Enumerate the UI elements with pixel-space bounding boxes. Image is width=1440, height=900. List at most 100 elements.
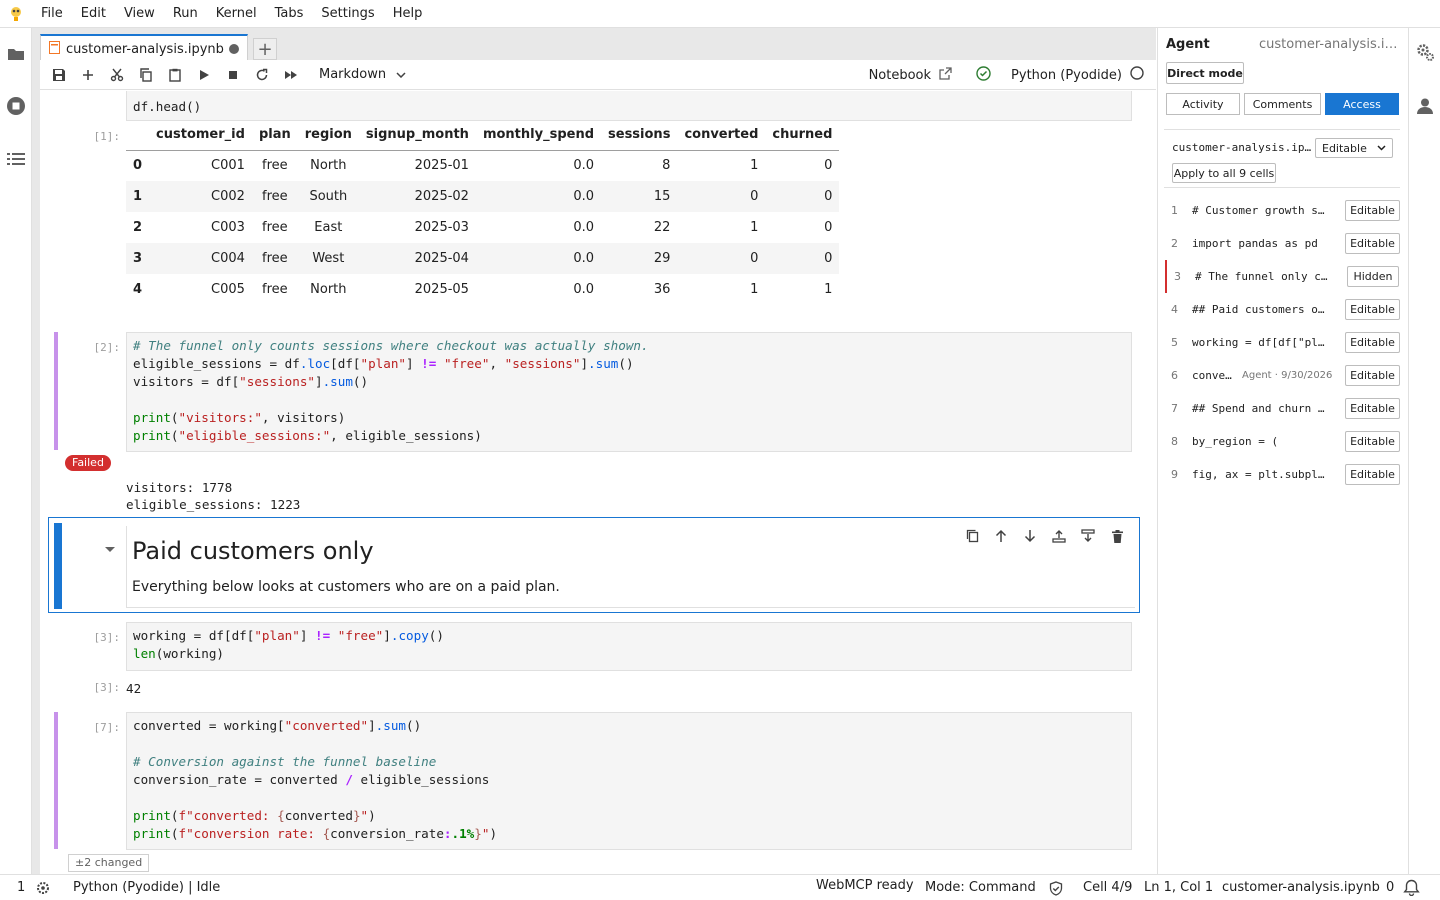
- diff-badge[interactable]: ±2 changed: [68, 854, 150, 872]
- cell-index: 1: [1171, 204, 1178, 217]
- access-mode-button[interactable]: Editable: [1345, 233, 1400, 254]
- save-icon[interactable]: [44, 63, 73, 87]
- menu-file[interactable]: File: [32, 0, 72, 28]
- duplicate-cell-icon[interactable]: [962, 526, 982, 546]
- access-mode-button[interactable]: Editable: [1345, 464, 1400, 485]
- folder-icon[interactable]: [4, 42, 28, 66]
- code-cell[interactable]: [2]: # The funnel only counts sessions w…: [48, 332, 1140, 517]
- menu-settings[interactable]: Settings: [312, 0, 383, 28]
- cell-position: Cell 4/9: [1083, 880, 1133, 895]
- cut-icon[interactable]: [102, 63, 131, 87]
- menu-edit[interactable]: Edit: [72, 0, 115, 28]
- table-row-index: 1: [126, 181, 150, 212]
- divider: [1164, 129, 1400, 130]
- insert-cell-icon[interactable]: [73, 63, 102, 87]
- kernel-name[interactable]: Python (Pyodide): [1011, 68, 1122, 83]
- stop-icon[interactable]: [218, 63, 247, 87]
- notebook-link[interactable]: Notebook: [869, 68, 931, 83]
- agent-user-icon[interactable]: [1416, 97, 1434, 119]
- access-select[interactable]: Editable: [1315, 138, 1393, 158]
- table-of-contents-icon[interactable]: [4, 147, 28, 171]
- table-cell: 0: [824, 220, 833, 235]
- cell-editor[interactable]: df.head(): [126, 91, 1132, 121]
- collapse-heading-chevron-icon[interactable]: [104, 543, 116, 558]
- menu-kernel[interactable]: Kernel: [207, 0, 266, 28]
- access-mode-button[interactable]: Editable: [1345, 299, 1400, 320]
- unsaved-dot-icon[interactable]: [229, 44, 239, 54]
- access-row[interactable]: 9 fig, ax = plt.subplo... Editable: [1164, 458, 1400, 491]
- access-file-name: customer-analysis.ipynb: [1172, 141, 1312, 154]
- delete-cell-icon[interactable]: [1107, 526, 1127, 546]
- paste-icon[interactable]: [160, 63, 189, 87]
- cell-editor[interactable]: converted = working["converted"].sum() #…: [126, 712, 1132, 850]
- menu-run[interactable]: Run: [164, 0, 207, 28]
- menu-help[interactable]: Help: [384, 0, 432, 28]
- tab-activity[interactable]: Activity: [1166, 93, 1240, 115]
- external-link-icon[interactable]: [939, 66, 952, 84]
- access-row-hidden[interactable]: 3 # The funnel only co... Hidden: [1165, 260, 1401, 293]
- table-header: sessions: [601, 119, 678, 151]
- access-row[interactable]: 6 conve... Agent · 9/30/2026 Editable: [1164, 359, 1400, 392]
- kernel-settings-gear-icon[interactable]: [36, 881, 50, 899]
- insert-above-icon[interactable]: [1049, 526, 1069, 546]
- trust-shield-icon[interactable]: [1049, 881, 1063, 900]
- menu-view[interactable]: View: [115, 0, 164, 28]
- cell-source-preview: by_region = (: [1192, 435, 1279, 448]
- access-mode-button[interactable]: Editable: [1345, 200, 1400, 221]
- move-down-icon[interactable]: [1020, 526, 1040, 546]
- copy-icon[interactable]: [131, 63, 160, 87]
- table-cell: 0: [765, 243, 840, 274]
- active-collapser[interactable]: [54, 523, 62, 609]
- code-cell[interactable]: df.head(): [48, 91, 1140, 121]
- table-cell: 0: [677, 243, 766, 274]
- input-prompt: [3]:: [93, 631, 121, 644]
- tab-access[interactable]: Access: [1325, 93, 1399, 115]
- cursor-position[interactable]: Ln 1, Col 1: [1144, 880, 1213, 895]
- cell-type-dropdown[interactable]: Markdown: [319, 67, 406, 82]
- access-mode-button[interactable]: Editable: [1345, 365, 1400, 386]
- table-cell: 0.0: [475, 243, 602, 274]
- menu-tabs[interactable]: Tabs: [266, 0, 313, 28]
- code-cell[interactable]: [7]: converted = working["converted"].su…: [48, 712, 1140, 874]
- cell-editor[interactable]: working = df[df["plan"] != "free"].copy(…: [126, 622, 1132, 671]
- direct-mode-button[interactable]: Direct mode: [1166, 62, 1244, 84]
- markdown-cell-active[interactable]: Paid customers only Everything below loo…: [48, 517, 1140, 613]
- tab-comments[interactable]: Comments: [1244, 93, 1321, 115]
- access-row[interactable]: 2 import pandas as pd Editable: [1164, 227, 1400, 260]
- restart-icon[interactable]: [247, 63, 276, 87]
- access-mode-button[interactable]: Editable: [1345, 398, 1400, 419]
- table-cell: 22: [653, 220, 671, 235]
- access-mode-button[interactable]: Hidden: [1347, 266, 1399, 287]
- agent-title: Agent: [1166, 37, 1210, 52]
- insert-below-icon[interactable]: [1078, 526, 1098, 546]
- cell-index: 7: [1171, 402, 1178, 415]
- access-row[interactable]: 5 working = df[df["pla... Editable: [1164, 326, 1400, 359]
- cell-source-preview: conve...: [1192, 369, 1236, 382]
- table-cell: 2025-02: [358, 181, 476, 212]
- cell-source-preview: # Customer growth sc...: [1192, 204, 1330, 217]
- kernel-status[interactable]: Python (Pyodide) | Idle: [73, 880, 220, 895]
- bell-icon[interactable]: [1403, 879, 1420, 900]
- property-inspector-gears-icon[interactable]: [1415, 42, 1435, 66]
- run-icon[interactable]: [189, 63, 218, 87]
- running-kernels-icon[interactable]: [4, 94, 28, 118]
- access-mode-button[interactable]: Editable: [1345, 431, 1400, 452]
- cell-editor[interactable]: # The funnel only counts sessions where …: [126, 332, 1132, 452]
- fast-forward-icon[interactable]: [276, 63, 305, 87]
- apply-all-button[interactable]: Apply to all 9 cells: [1172, 163, 1276, 183]
- access-row[interactable]: 7 ## Spend and churn b... Editable: [1164, 392, 1400, 425]
- chevron-down-icon: [1377, 145, 1386, 151]
- access-mode-button[interactable]: Editable: [1345, 332, 1400, 353]
- new-tab-plus-icon[interactable]: +: [253, 38, 277, 60]
- table-cell: 0.0: [475, 181, 602, 212]
- table-row: 2 C003 free East 2025-03 0.0 22 1 0: [126, 212, 839, 243]
- move-up-icon[interactable]: [991, 526, 1011, 546]
- notebook-tab[interactable]: customer-analysis.ipynb: [40, 34, 248, 62]
- jupyterlite-logo-icon[interactable]: [0, 0, 32, 28]
- access-row[interactable]: 1 # Customer growth sc... Editable: [1164, 194, 1400, 227]
- terminal-count[interactable]: 1: [17, 880, 25, 895]
- code-cell[interactable]: [3]: working = df[df["plan"] != "free"].…: [48, 622, 1140, 712]
- access-row[interactable]: 4 ## Paid customers on... Editable: [1164, 293, 1400, 326]
- table-cell: free: [262, 158, 288, 174]
- access-row[interactable]: 8 by_region = ( Editable: [1164, 425, 1400, 458]
